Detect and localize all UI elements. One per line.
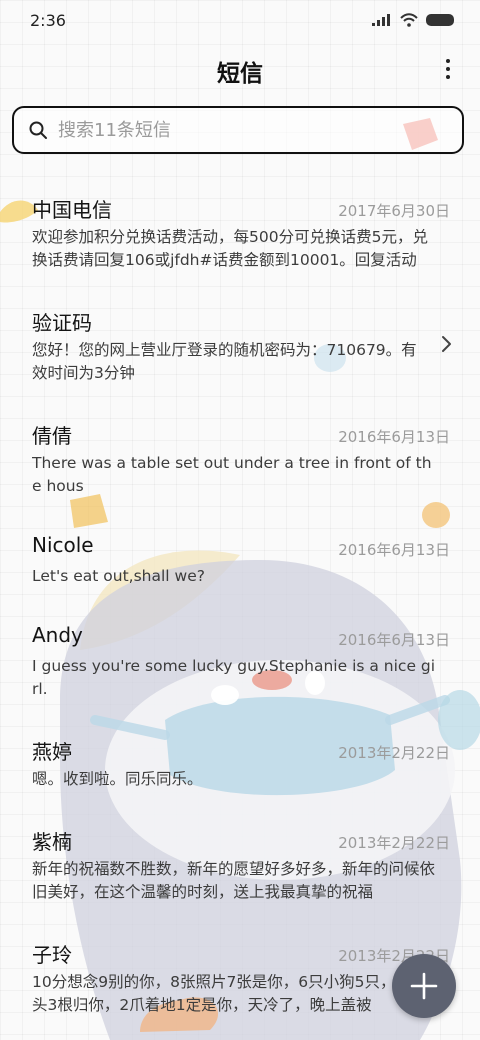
page-title: 短信 [217, 61, 263, 87]
message-preview: 嗯。收到啦。同乐同乐。 [32, 770, 203, 788]
message-date: 2013年2月22日 [338, 744, 450, 762]
message-date: 2016年6月13日 [338, 541, 450, 559]
more-vertical-icon [446, 59, 450, 63]
conversation-item[interactable]: 中国电信 2017年6月30日 欢迎参加积分兑换话费活动，每500分可兑换话费5… [0, 178, 480, 291]
message-preview: 欢迎参加积分兑换话费活动，每500分可兑换话费5元，兑换话费请回复106或jfd… [32, 228, 428, 269]
search-bar[interactable] [12, 106, 464, 154]
status-time: 2:36 [30, 11, 66, 30]
search-icon [29, 121, 47, 139]
signal-icon [372, 14, 390, 26]
conversation-item[interactable]: 燕婷 2013年2月22日 嗯。收到啦。同乐同乐。 [0, 720, 480, 810]
message-date: 2013年2月22日 [338, 834, 450, 852]
status-bar: 2:36 [0, 0, 480, 40]
message-preview: Let's eat out,shall we? [32, 567, 205, 585]
contact-name: 倩倩 [32, 424, 72, 448]
message-date: 2017年6月30日 [338, 202, 450, 220]
plus-icon [410, 972, 438, 1000]
chevron-right-icon [442, 336, 451, 352]
contact-name: Nicole [32, 533, 94, 557]
contact-name: Andy [32, 623, 83, 647]
contact-name: 紫楠 [32, 830, 72, 854]
conversation-item[interactable]: 验证码 您好！您的网上营业厅登录的随机密码为：710679。有效时间为3分钟 [0, 291, 480, 404]
message-date: 2016年6月13日 [338, 631, 450, 649]
status-icons [372, 13, 454, 27]
message-preview: 您好！您的网上营业厅登录的随机密码为：710679。有效时间为3分钟 [32, 341, 417, 382]
battery-icon [426, 14, 454, 26]
contact-name: 燕婷 [32, 740, 72, 764]
message-date: 2016年6月13日 [338, 428, 450, 446]
new-message-button[interactable] [392, 954, 456, 1018]
search-input[interactable] [56, 118, 440, 142]
contact-name: 中国电信 [32, 198, 112, 222]
conversation-item[interactable]: 倩倩 2016年6月13日 There was a table set out … [0, 404, 480, 517]
message-preview: 10分想念9别的你，8张照片7张是你，6只小狗5只，4根骨头3根归你，2爪着地1… [32, 973, 437, 1014]
conversation-item[interactable]: Nicole 2016年6月13日 Let's eat out,shall we… [0, 517, 480, 607]
message-preview: I guess you're some lucky guy.Stephanie … [32, 657, 436, 698]
conversation-item[interactable]: Andy 2016年6月13日 I guess you're some luck… [0, 607, 480, 720]
contact-name: 验证码 [32, 311, 92, 335]
more-options-button[interactable] [438, 56, 458, 82]
conversation-item[interactable]: 紫楠 2013年2月22日 新年的祝福数不胜数，新年的愿望好多好多，新年的问候依… [0, 810, 480, 923]
message-preview: 新年的祝福数不胜数，新年的愿望好多好多，新年的问候依旧美好，在这个温馨的时刻，送… [32, 860, 436, 901]
wifi-icon [400, 13, 418, 27]
message-preview: There was a table set out under a tree i… [32, 454, 432, 495]
contact-name: 子玲 [32, 943, 72, 967]
